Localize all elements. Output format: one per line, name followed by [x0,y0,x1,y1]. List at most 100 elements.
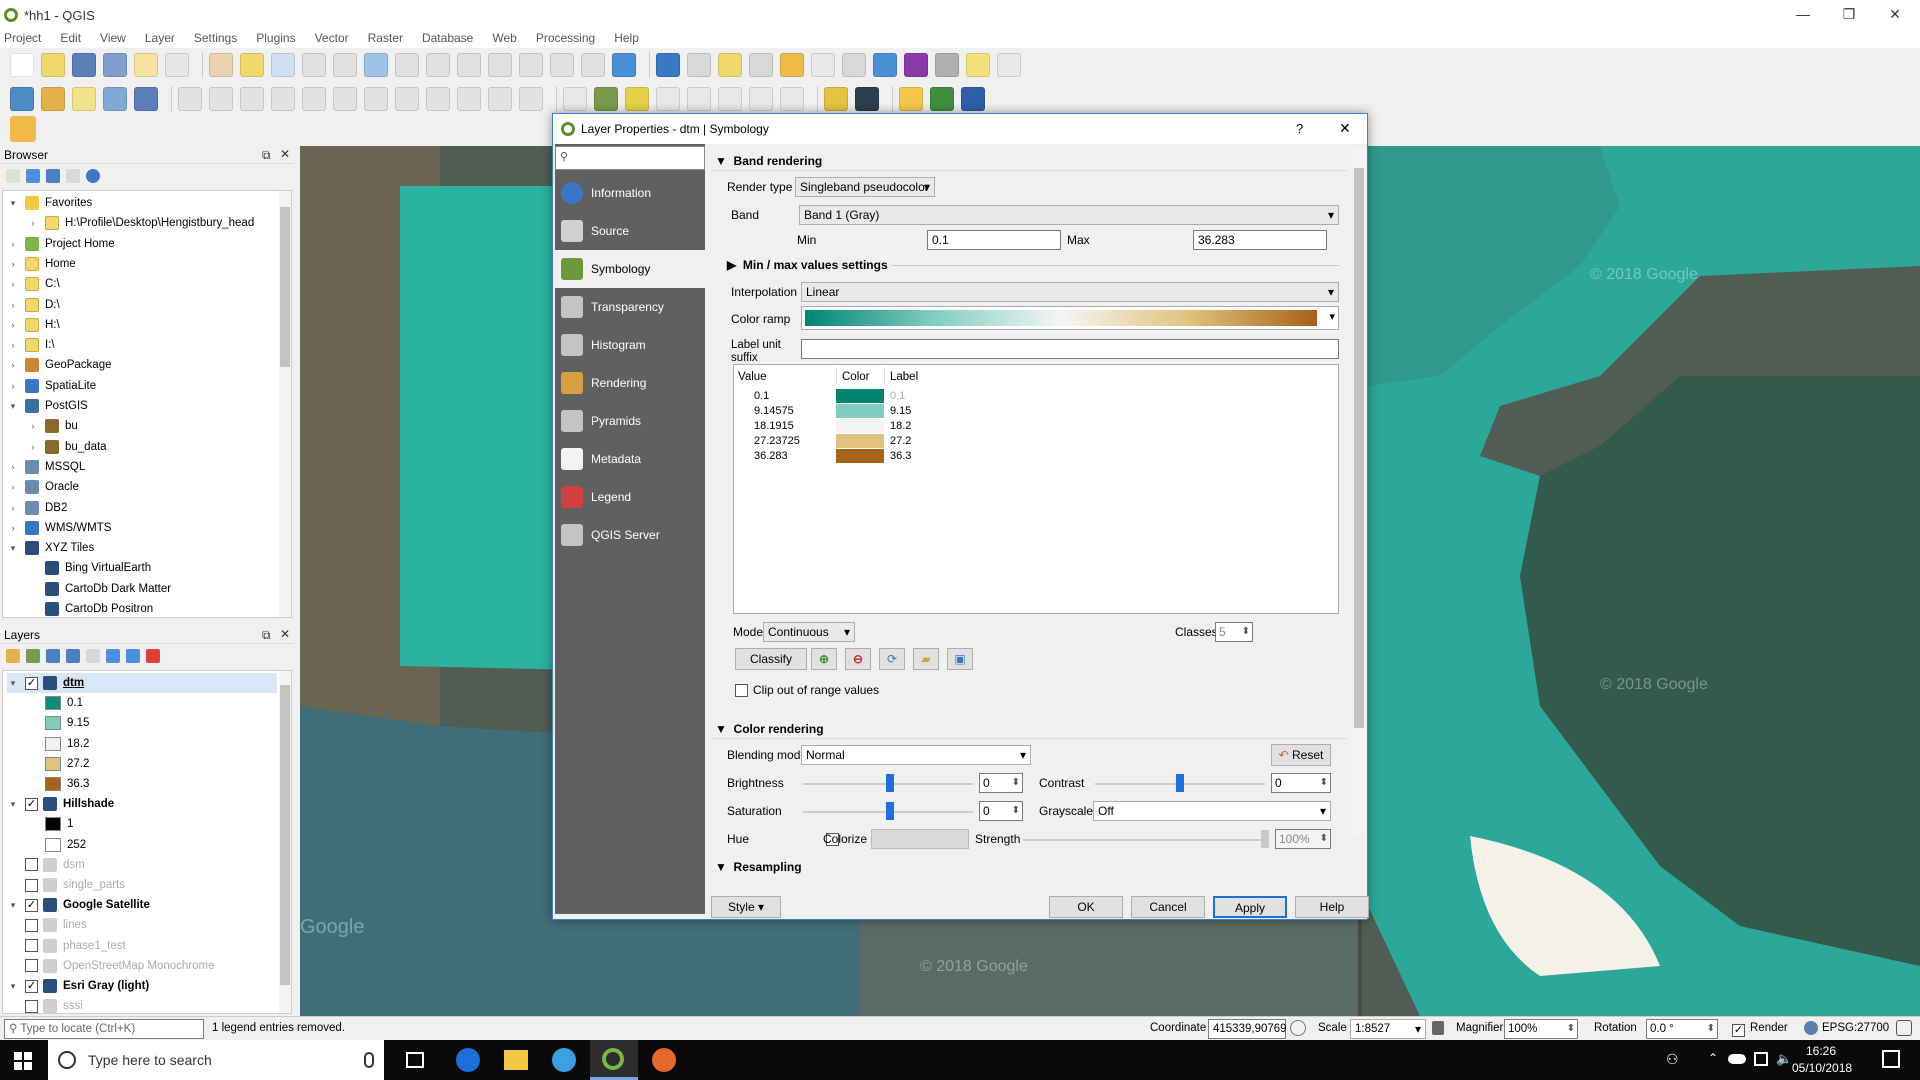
scale-select[interactable]: 1:8527 [1350,1019,1426,1039]
refresh-icon[interactable] [612,53,636,77]
firefox-icon[interactable] [652,1048,676,1072]
layer-visibility-checkbox[interactable]: ✓ [25,898,38,912]
dialog-close-button[interactable]: ✕ [1339,120,1351,137]
layout-manager-icon[interactable] [165,53,189,77]
zoom-in-icon[interactable] [271,53,295,77]
browser-item[interactable]: › Home [7,254,76,274]
measure-icon[interactable] [935,53,959,77]
nav-item-metadata[interactable]: Metadata [555,440,705,478]
nav-item-transparency[interactable]: Transparency [555,288,705,326]
microphone-icon[interactable] [364,1052,374,1068]
browser-item[interactable]: › MSSQL [7,457,85,477]
properties-info-icon[interactable] [86,169,100,183]
crs-button[interactable]: EPSG:27700 [1822,1022,1889,1034]
copy-features-icon[interactable] [426,87,450,111]
contrast-slider-handle[interactable] [1176,774,1184,792]
cancel-button[interactable]: Cancel [1131,896,1205,918]
chevron-right-icon[interactable]: › [7,320,19,330]
menu-project[interactable]: Project [4,31,41,45]
chevron-down-icon[interactable]: ▾ [7,543,19,554]
chevron-right-icon[interactable]: › [7,300,19,310]
dialog-scrollbar[interactable] [1353,148,1365,834]
render-checkbox[interactable]: ✓ [1732,1024,1745,1037]
browser-item[interactable]: › SpatiaLite [7,376,96,396]
pin-labels-icon[interactable] [656,87,680,111]
statistics-sigma-icon[interactable] [904,53,928,77]
move-label-icon[interactable] [718,87,742,111]
current-edits-icon[interactable] [178,87,202,111]
chevron-right-icon[interactable]: › [7,259,19,269]
chevron-right-icon[interactable]: › [7,462,19,472]
class-label[interactable]: 18.2 [890,420,911,432]
digitize-pencil-icon[interactable] [10,116,36,142]
coordinate-input[interactable]: 415339,90769 [1208,1019,1287,1039]
menu-database[interactable]: Database [422,31,473,45]
minimize-button[interactable]: — [1780,0,1826,30]
layer-visibility-checkbox[interactable] [25,959,38,973]
windows-start-icon[interactable] [14,1052,32,1070]
redo-icon[interactable] [519,87,543,111]
save-project-icon[interactable] [72,53,96,77]
rotation-spinbox[interactable]: 0.0 ° [1646,1019,1718,1039]
class-row[interactable]: 9.14575 9.15 [734,404,1334,419]
label-abc-icon[interactable] [563,87,587,111]
menu-raster[interactable]: Raster [368,31,403,45]
text-annotation-icon[interactable] [997,53,1021,77]
chevron-right-icon[interactable]: › [27,421,39,431]
browser-item[interactable]: › WMS/WMTS [7,518,111,538]
color-rendering-header[interactable]: ▼ Color rendering [715,722,824,736]
toggle-extents-icon[interactable] [1290,1020,1306,1036]
browser-scrollbar-thumb[interactable] [280,207,290,367]
pan-to-selection-icon[interactable] [240,53,264,77]
qgis-cloud-icon[interactable] [855,87,879,111]
browser-item[interactable]: ▾ XYZ Tiles [7,538,94,558]
new-temp-layer-icon[interactable] [134,87,158,111]
chevron-right-icon[interactable]: › [7,239,19,249]
export-colormap-button[interactable]: ▣ [947,648,973,670]
style-manager-icon[interactable] [6,649,20,663]
resampling-header[interactable]: ▼ Resampling [715,860,802,874]
class-label[interactable]: 9.15 [890,405,911,417]
chevron-right-icon[interactable]: › [27,218,39,228]
class-value[interactable]: 18.1915 [754,420,794,432]
menu-help[interactable]: Help [614,31,639,45]
chevron-down-icon[interactable]: ▾ [7,900,19,911]
layer-row[interactable]: ▾ ✓ Hillshade [7,794,114,814]
pan-icon[interactable] [209,53,233,77]
nav-item-legend[interactable]: Legend [555,478,705,516]
close-window-button[interactable]: ✕ [1872,0,1918,30]
remove-class-button[interactable]: ⊖ [845,648,871,670]
network-icon[interactable] [1754,1052,1768,1066]
mode-select[interactable]: Continuous [763,622,855,642]
menu-web[interactable]: Web [492,31,516,45]
add-group-icon[interactable] [26,649,40,663]
layer-row[interactable]: ▾ ✓ dtm [7,673,277,693]
browser-item[interactable]: Bing VirtualEarth [27,558,151,578]
apply-button[interactable]: Apply [1213,896,1287,918]
menu-view[interactable]: View [100,31,126,45]
brightness-slider-handle[interactable] [886,774,894,792]
layer-row[interactable]: single_parts [7,875,125,895]
layer-visibility-checkbox[interactable] [25,918,38,932]
taskbar-search[interactable]: Type here to search [48,1040,384,1080]
close-layers-icon[interactable]: ✕ [280,627,290,641]
layer-visibility-checkbox[interactable] [25,999,38,1013]
zoom-layer-icon[interactable] [426,53,450,77]
python-console-icon[interactable] [899,87,923,111]
chevron-right-icon[interactable]: › [27,442,39,452]
show-hide-labels-icon[interactable] [687,87,711,111]
chevron-right-icon[interactable]: › [7,381,19,391]
browser-item[interactable]: › C:\ [7,274,60,294]
layer-visibility-checkbox[interactable] [25,878,38,892]
people-icon[interactable]: ⚇ [1666,1051,1682,1067]
close-panel-icon[interactable]: ✕ [280,147,290,161]
min-input[interactable]: 0.1 [927,230,1061,250]
collapse-all-icon[interactable] [66,169,80,183]
layer-visibility-checkbox[interactable]: ✓ [25,979,38,993]
magnifier-spinbox[interactable]: 100% [1504,1019,1578,1039]
class-label[interactable]: 27.2 [890,435,911,447]
delete-selected-icon[interactable] [364,87,388,111]
expand-all-icon[interactable] [106,649,120,663]
onedrive-icon[interactable] [1728,1054,1746,1064]
render-type-select[interactable]: Singleband pseudocolor [795,177,935,197]
